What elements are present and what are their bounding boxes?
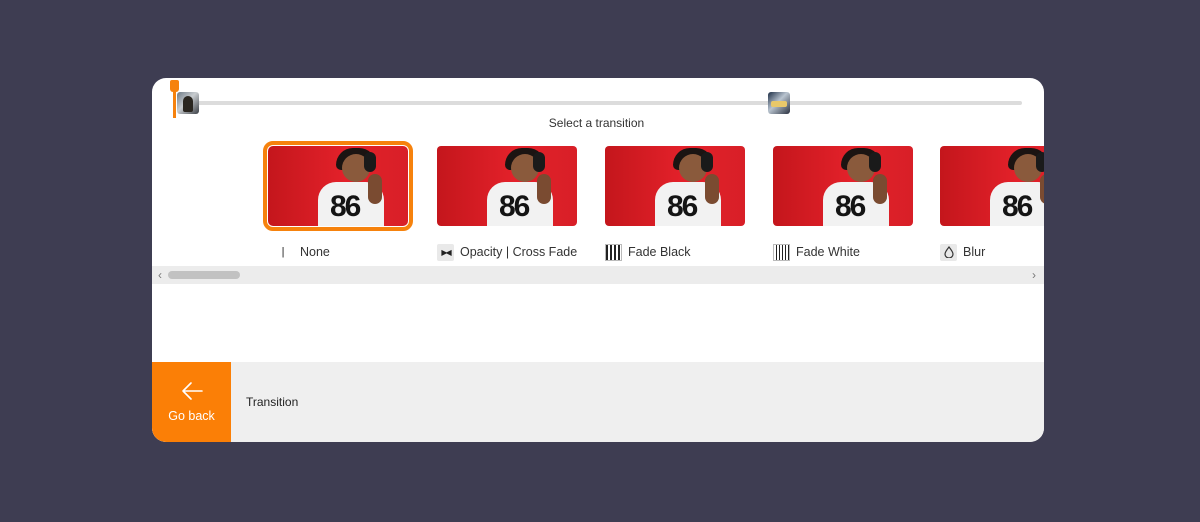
transition-label: ▶◀ Opacity | Cross Fade [437, 242, 577, 262]
transition-label: | None [276, 242, 330, 262]
desk-clip-thumbnail [771, 101, 787, 107]
transition-label: Fade White [773, 242, 860, 262]
scrollbar-thumb[interactable] [168, 271, 240, 279]
transition-option-none[interactable]: 86 | None [263, 140, 413, 262]
none-icon: | [281, 246, 285, 258]
page-title: Transition [246, 395, 299, 409]
transition-option-fade-black[interactable]: 86 Fade Black [605, 140, 747, 262]
transition-preview-thumbnail: 86 [605, 146, 745, 226]
transition-label: Fade Black [605, 242, 691, 262]
transition-list: 86 | None 86 ▶◀ Opacity | Cross Fade 86 … [152, 140, 1044, 268]
scroll-right-arrow-icon[interactable]: › [1027, 266, 1041, 284]
arrow-left-icon [181, 382, 203, 400]
transition-panel: Select a transition 86 | None 86 ▶◀ Opac… [152, 78, 1044, 442]
transition-preview-thumbnail: 86 [437, 146, 577, 226]
section-title: Select a transition [548, 116, 645, 130]
playhead-line [173, 90, 176, 118]
transition-option-cross-fade[interactable]: 86 ▶◀ Opacity | Cross Fade [437, 140, 579, 262]
timeline-track[interactable] [180, 101, 1022, 105]
go-back-button[interactable]: Go back [152, 362, 231, 442]
cross-fade-icon: ▶◀ [437, 243, 454, 261]
go-back-label: Go back [168, 409, 215, 423]
timeline-clip-2-thumbnail[interactable] [768, 92, 790, 114]
fade-white-icon [773, 243, 790, 261]
transition-preview-thumbnail: 86 [263, 141, 413, 231]
transition-option-blur[interactable]: 86 Blur [940, 140, 1044, 262]
timeline-clip-1-thumbnail[interactable] [177, 92, 199, 114]
person-clip-thumbnail [183, 96, 193, 112]
scroll-left-arrow-icon[interactable]: ‹ [153, 266, 167, 284]
fade-black-icon [605, 243, 622, 261]
transition-preview-thumbnail: 86 [940, 146, 1044, 226]
bottom-bar: Go back Transition [152, 362, 1044, 442]
blur-icon [940, 243, 957, 261]
horizontal-scrollbar[interactable]: ‹ › [152, 266, 1044, 284]
transition-preview-thumbnail: 86 [773, 146, 913, 226]
transition-label: Blur [940, 242, 985, 262]
transition-option-fade-white[interactable]: 86 Fade White [773, 140, 915, 262]
